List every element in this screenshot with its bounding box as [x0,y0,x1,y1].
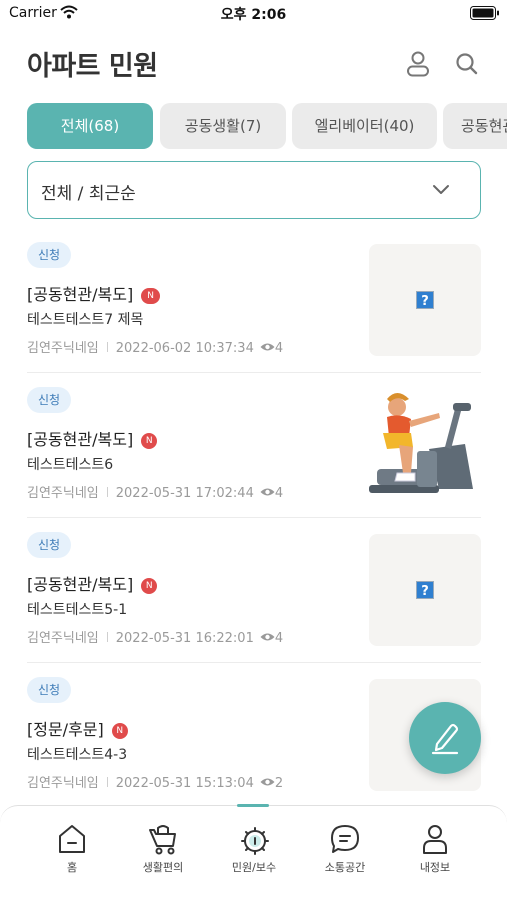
list-item[interactable]: 신청 [공동현관/복도] N 테스트테스트6 김연주닉네임 2022-05-31 1… [0,374,507,518]
battery-icon [470,6,499,20]
item-category: [공동현관/복도] N [27,426,158,450]
new-badge: N [141,433,158,449]
bottom-nav: 홈 생활편의 민원/보수 소통공간 내정보 [0,804,507,900]
status-time: 오후 2:06 [220,7,287,23]
nav-item-community[interactable]: 소통공간 [300,822,390,892]
svg-text:?: ? [421,584,429,599]
broken-image-icon: ? [416,581,434,599]
exercise-bike-photo [369,393,481,501]
author-name: 김연주닉네임 [27,631,99,646]
nav-item-complaint[interactable]: 민원/보수 [209,822,299,892]
item-category: [공동현관/복도] N [27,281,160,305]
write-complaint-button[interactable] [409,702,481,774]
status-badge: 신청 [27,387,72,413]
nav-item-convenience[interactable]: 생활편의 [118,822,208,892]
divider [27,517,481,518]
broken-image-icon: ? [416,291,434,309]
nav-label: 생활편의 [142,861,184,874]
category-tabs: 전체(68) 공동생활(7) 엘리베이터(40) 공동현관 [27,103,507,149]
tab-elevator[interactable]: 엘리베이터(40) [292,103,437,149]
category-label: [공동현관/복도] [27,285,134,304]
item-title: 테스트테스트4-3 [27,747,128,763]
item-meta: 김연주닉네임 2022-05-31 17:02:44 4 [27,482,283,501]
category-label: [공동현관/복도] [27,430,134,449]
item-thumbnail [369,389,481,501]
nav-label: 민원/보수 [231,861,277,874]
nav-label: 홈 [66,861,78,874]
profile-icon [423,825,447,854]
list-item[interactable]: 신청 [공동현관/복도] N 테스트테스트7 제목 김연주닉네임 2022-06-0… [0,229,507,373]
complaint-gear-icon [241,827,269,855]
tab-all[interactable]: 전체(68) [27,103,153,149]
item-meta: 김연주닉네임 2022-06-02 10:37:34 4 [27,337,283,356]
item-category: [정문/후문] N [27,716,128,740]
active-nav-indicator [237,804,269,807]
eye-icon [260,343,275,351]
new-badge: N [141,578,158,594]
meta-separator [106,632,108,642]
nav-item-home[interactable]: 홈 [27,822,117,892]
post-datetime: 2022-05-31 16:22:01 [115,631,254,646]
eye-icon [260,633,275,641]
item-category: [공동현관/복도] N [27,571,158,595]
item-title: 테스트테스트6 [27,457,114,473]
status-bar: Carrier 오후 2:06 [0,0,507,30]
home-icon [59,825,85,853]
svg-text:?: ? [421,294,429,309]
filter-select[interactable]: 전체 / 최근순 [27,161,481,219]
nav-label: 소통공간 [324,861,366,874]
divider [27,372,481,373]
search-icon[interactable] [454,50,480,78]
new-badge: N [111,723,128,739]
author-name: 김연주닉네임 [27,776,99,791]
meta-separator [106,487,108,497]
new-badge: N [141,288,160,304]
user-icon[interactable] [405,50,431,78]
view-count: 4 [274,341,284,356]
nav-label: 내정보 [419,861,451,874]
tab-community-life[interactable]: 공동생활(7) [160,103,286,149]
view-count: 4 [274,631,284,646]
post-datetime: 2022-05-31 17:02:44 [115,486,254,501]
item-title: 테스트테스트7 제목 [27,312,144,328]
cart-icon [149,825,176,855]
status-badge: 신청 [27,532,72,558]
eye-icon [260,778,275,786]
eye-icon [260,488,275,496]
filter-value: 전체 / 최근순 [41,184,136,204]
nav-item-my-info[interactable]: 내정보 [390,822,480,892]
view-count: 2 [274,776,284,791]
chat-icon [331,825,359,853]
item-thumbnail: ? [369,534,481,646]
post-datetime: 2022-05-31 15:13:04 [115,776,254,791]
tab-common-entrance[interactable]: 공동현관 [443,103,507,149]
view-count: 4 [274,486,284,501]
item-meta: 김연주닉네임 2022-05-31 15:13:04 2 [27,772,283,791]
chevron-down-icon [433,185,449,194]
item-title: 테스트테스트5-1 [27,602,128,618]
category-label: [공동현관/복도] [27,575,134,594]
page-title: 아파트 민원 [27,51,158,82]
meta-separator [106,777,108,787]
category-label: [정문/후문] [27,720,104,739]
meta-separator [106,342,108,352]
item-thumbnail: ? [369,244,481,356]
divider [27,662,481,663]
pencil-icon [431,723,459,755]
status-badge: 신청 [27,242,72,268]
list-item[interactable]: 신청 [공동현관/복도] N 테스트테스트5-1 김연주닉네임 2022-05-31… [0,519,507,663]
author-name: 김연주닉네임 [27,341,99,356]
item-meta: 김연주닉네임 2022-05-31 16:22:01 4 [27,627,283,646]
status-badge: 신청 [27,677,72,703]
post-datetime: 2022-06-02 10:37:34 [115,341,254,356]
author-name: 김연주닉네임 [27,486,99,501]
